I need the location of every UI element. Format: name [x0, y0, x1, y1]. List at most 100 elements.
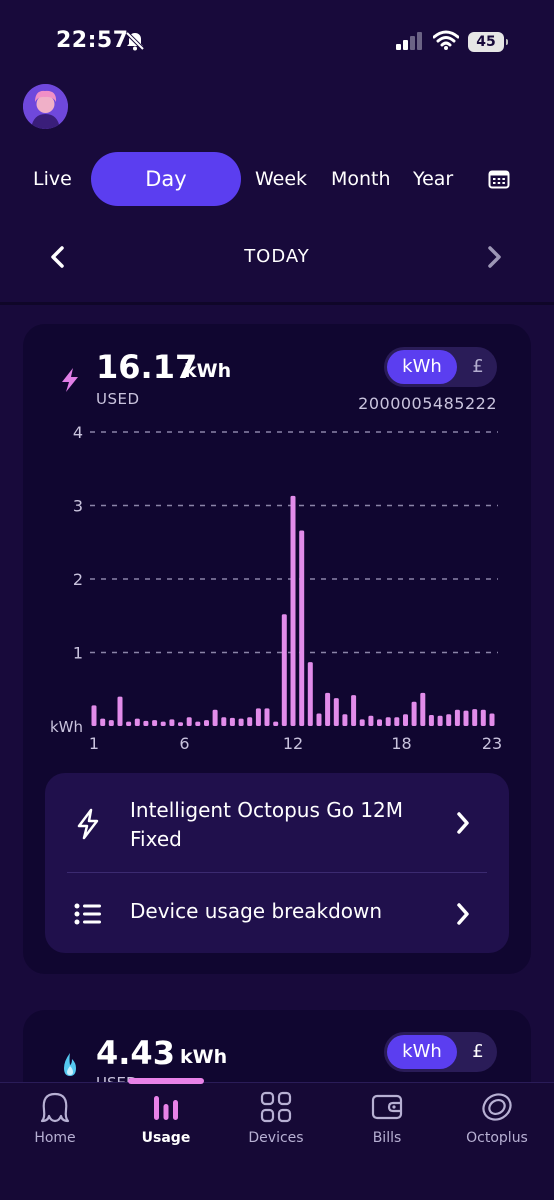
- nav-label: Devices: [248, 1130, 304, 1146]
- row-divider: [67, 872, 487, 873]
- chart-bar[interactable]: [342, 714, 348, 726]
- calendar-icon[interactable]: [488, 169, 510, 193]
- chart-bar[interactable]: [489, 713, 495, 727]
- nav-usage[interactable]: Usage: [116, 1090, 216, 1146]
- y-tick-label: 2: [73, 570, 83, 589]
- nav-home[interactable]: Home: [5, 1090, 105, 1146]
- chart-bar[interactable]: [195, 721, 201, 726]
- chart-bar[interactable]: [377, 719, 382, 726]
- wallet-icon: [371, 1094, 403, 1120]
- pound-toggle-option[interactable]: £: [462, 350, 494, 384]
- chart-bar[interactable]: [446, 714, 452, 726]
- active-tab-indicator: [128, 1078, 204, 1084]
- nav-bills[interactable]: Bills: [337, 1090, 437, 1146]
- chart-bar[interactable]: [100, 718, 106, 726]
- chart-bar[interactable]: [403, 714, 408, 726]
- chart-bar[interactable]: [428, 715, 434, 726]
- tariff-bolt-icon: [76, 808, 100, 844]
- chart-bar[interactable]: [186, 717, 192, 726]
- y-axis-label: kWh: [50, 718, 83, 736]
- chart-bar[interactable]: [307, 662, 313, 726]
- electricity-unit-toggle: kWh £: [384, 347, 497, 387]
- bell-off-icon: [124, 30, 146, 56]
- chart-bar[interactable]: [247, 717, 253, 726]
- chart-bar[interactable]: [273, 721, 279, 726]
- chart-bar[interactable]: [229, 717, 235, 726]
- chart-bar[interactable]: [411, 701, 417, 726]
- device-usage-breakdown-link[interactable]: Device usage breakdown: [130, 899, 382, 923]
- chart-bar[interactable]: [281, 614, 287, 726]
- chart-bar[interactable]: [221, 717, 227, 726]
- chart-bar[interactable]: [316, 713, 322, 727]
- electricity-bolt-icon: [60, 367, 80, 397]
- chart-bar[interactable]: [463, 710, 469, 726]
- chart-bar[interactable]: [117, 696, 123, 726]
- gas-unit-toggle: kWh £: [384, 1032, 497, 1072]
- gas-usage-value: 4.43: [96, 1034, 175, 1072]
- tab-day[interactable]: Day: [91, 152, 241, 206]
- chevron-right-icon[interactable]: [455, 902, 471, 930]
- chart-bar[interactable]: [420, 692, 426, 726]
- chart-bar[interactable]: [437, 715, 443, 726]
- chart-bar[interactable]: [238, 718, 244, 726]
- tab-month[interactable]: Month: [331, 152, 391, 206]
- chart-bar[interactable]: [255, 708, 261, 726]
- kwh-toggle-option[interactable]: kWh: [387, 350, 457, 384]
- kwh-toggle-option[interactable]: kWh: [387, 1035, 457, 1069]
- electricity-usage-label: USED: [96, 390, 140, 408]
- chart-bar[interactable]: [204, 720, 209, 726]
- list-icon: [74, 902, 102, 930]
- chart-bar[interactable]: [325, 692, 331, 726]
- chart-bar[interactable]: [91, 705, 97, 726]
- octopus-icon: [40, 1092, 70, 1123]
- chart-bar[interactable]: [264, 708, 270, 726]
- chart-bar[interactable]: [480, 709, 486, 726]
- status-time: 22:57: [56, 28, 129, 53]
- chart-bar[interactable]: [178, 722, 183, 726]
- tab-live[interactable]: Live: [33, 152, 72, 206]
- chart-bar[interactable]: [385, 717, 391, 726]
- chevron-right-icon[interactable]: [455, 811, 471, 839]
- tariff-link[interactable]: Intelligent Octopus Go 12M Fixed: [130, 796, 430, 854]
- chart-bar[interactable]: [160, 721, 166, 726]
- x-tick-label: 1: [89, 734, 99, 753]
- gas-usage-unit: kWh: [180, 1046, 228, 1068]
- header-divider: [0, 302, 554, 305]
- chart-bar[interactable]: [454, 709, 460, 726]
- chart-bar[interactable]: [169, 719, 175, 726]
- nav-label: Bills: [372, 1130, 402, 1146]
- electricity-usage-unit: kWh: [184, 360, 232, 382]
- nav-octoplus[interactable]: Octoplus: [447, 1090, 547, 1146]
- chart-bar[interactable]: [143, 720, 149, 726]
- status-bar: 22:57 45: [0, 0, 554, 80]
- avatar[interactable]: [23, 84, 68, 129]
- chevron-right-icon[interactable]: [486, 246, 502, 272]
- chart-bar[interactable]: [333, 698, 339, 726]
- y-tick-label: 4: [73, 423, 83, 442]
- chart-bar[interactable]: [472, 709, 478, 726]
- chart-bar[interactable]: [394, 717, 400, 726]
- chart-bar[interactable]: [212, 709, 218, 726]
- chart-bar[interactable]: [368, 715, 374, 726]
- nav-devices[interactable]: Devices: [226, 1090, 326, 1146]
- cellular-signal-icon: [396, 32, 424, 54]
- chart-bar[interactable]: [152, 720, 158, 726]
- period-tabs: Live Day Week Month Year: [0, 152, 554, 206]
- chart-bar[interactable]: [290, 495, 296, 726]
- y-tick-label: 1: [73, 644, 83, 663]
- meter-id: 2000005485222: [358, 394, 497, 413]
- tab-year[interactable]: Year: [413, 152, 453, 206]
- nav-label: Home: [34, 1130, 76, 1146]
- flame-icon: [60, 1052, 80, 1082]
- x-tick-label: 12: [283, 734, 303, 753]
- chart-bar[interactable]: [134, 718, 140, 726]
- chart-bar[interactable]: [126, 721, 132, 726]
- nav-label: Usage: [141, 1130, 191, 1146]
- pound-toggle-option[interactable]: £: [462, 1035, 494, 1069]
- chart-bar[interactable]: [299, 530, 305, 727]
- chart-bar[interactable]: [359, 719, 365, 726]
- x-tick-label: 23: [482, 734, 502, 753]
- chart-bar[interactable]: [351, 695, 357, 726]
- chart-bar[interactable]: [108, 720, 114, 726]
- tab-week[interactable]: Week: [255, 152, 307, 206]
